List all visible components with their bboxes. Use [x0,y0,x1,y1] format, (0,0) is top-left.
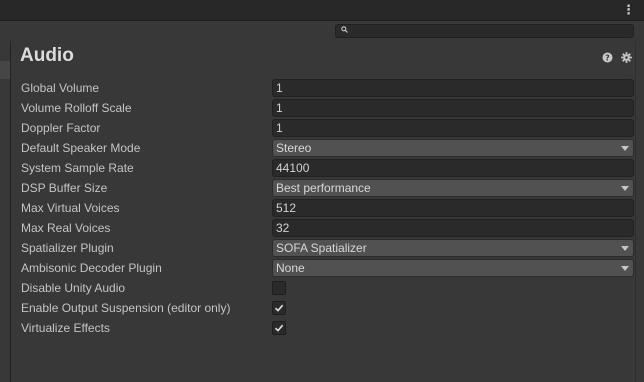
setting-label: Disable Unity Audio [21,281,126,295]
setting-row-max-real-voices: Max Real Voices 32 [11,218,644,238]
virtualize-effects-checkbox[interactable] [272,321,286,335]
max-real-voices-field[interactable]: 32 [272,219,634,237]
search-row [0,21,644,41]
default-speaker-mode-dropdown[interactable]: Stereo [272,139,634,157]
dropdown-value: SOFA Spatializer [276,241,367,255]
setting-row-ambisonic-decoder-plugin: Ambisonic Decoder Plugin None [11,258,644,278]
max-virtual-voices-field[interactable]: 512 [272,199,634,217]
panel-right-border [635,41,636,382]
setting-label: Spatializer Plugin [21,241,114,255]
search-icon [341,26,348,33]
window-top-bar: ⋮ [0,0,644,21]
setting-row-global-volume: Global Volume 1 [11,78,644,98]
dropdown-value: Stereo [276,141,312,155]
setting-label: Virtualize Effects [21,321,110,335]
gear-icon[interactable] [621,52,632,63]
svg-text:?: ? [605,53,610,62]
setting-label: Enable Output Suspension (editor only) [21,301,231,315]
setting-row-default-speaker-mode: Default Speaker Mode Stereo [11,138,644,158]
chevron-down-icon [621,266,629,271]
setting-row-max-virtual-voices: Max Virtual Voices 512 [11,198,644,218]
kebab-menu-icon[interactable]: ⋮ [622,3,635,17]
chevron-down-icon [621,246,629,251]
dropdown-value: None [276,261,305,275]
dsp-buffer-size-dropdown[interactable]: Best performance [272,179,634,197]
setting-row-spatializer-plugin: Spatializer Plugin SOFA Spatializer [11,238,644,258]
setting-label: Max Virtual Voices [21,201,120,215]
dropdown-value: Best performance [276,181,371,195]
setting-row-system-sample-rate: System Sample Rate 44100 [11,158,644,178]
setting-label: System Sample Rate [21,161,134,175]
setting-label: Global Volume [21,81,100,95]
global-volume-field[interactable]: 1 [272,79,634,97]
system-sample-rate-field[interactable]: 44100 [272,159,634,177]
setting-label: Ambisonic Decoder Plugin [21,261,162,275]
setting-label: DSP Buffer Size [21,181,108,195]
doppler-factor-field[interactable]: 1 [272,119,634,137]
help-icon[interactable]: ? [602,52,613,63]
setting-row-volume-rolloff-scale: Volume Rolloff Scale 1 [11,98,644,118]
search-input[interactable] [335,24,634,38]
settings-category-list [0,41,11,382]
audio-settings-panel: Audio ? Global Volume 1 Volume Rolloff S… [11,41,644,382]
volume-rolloff-scale-field[interactable]: 1 [272,99,634,117]
setting-label: Doppler Factor [21,121,101,135]
setting-row-dsp-buffer-size: DSP Buffer Size Best performance [11,178,644,198]
setting-row-virtualize-effects: Virtualize Effects [11,318,644,338]
enable-output-suspension-checkbox[interactable] [272,301,286,315]
selected-category-item[interactable] [0,61,10,79]
setting-row-disable-unity-audio: Disable Unity Audio [11,278,644,298]
setting-row-doppler-factor: Doppler Factor 1 [11,118,644,138]
setting-label: Volume Rolloff Scale [21,101,132,115]
checkmark-icon [274,324,284,332]
setting-label: Max Real Voices [21,221,111,235]
checkmark-icon [274,304,284,312]
chevron-down-icon [621,146,629,151]
page-title: Audio [20,45,74,66]
setting-row-enable-output-suspension: Enable Output Suspension (editor only) [11,298,644,318]
chevron-down-icon [621,186,629,191]
disable-unity-audio-checkbox[interactable] [272,281,286,295]
setting-label: Default Speaker Mode [21,141,141,155]
ambisonic-decoder-plugin-dropdown[interactable]: None [272,259,634,277]
spatializer-plugin-dropdown[interactable]: SOFA Spatializer [272,239,634,257]
